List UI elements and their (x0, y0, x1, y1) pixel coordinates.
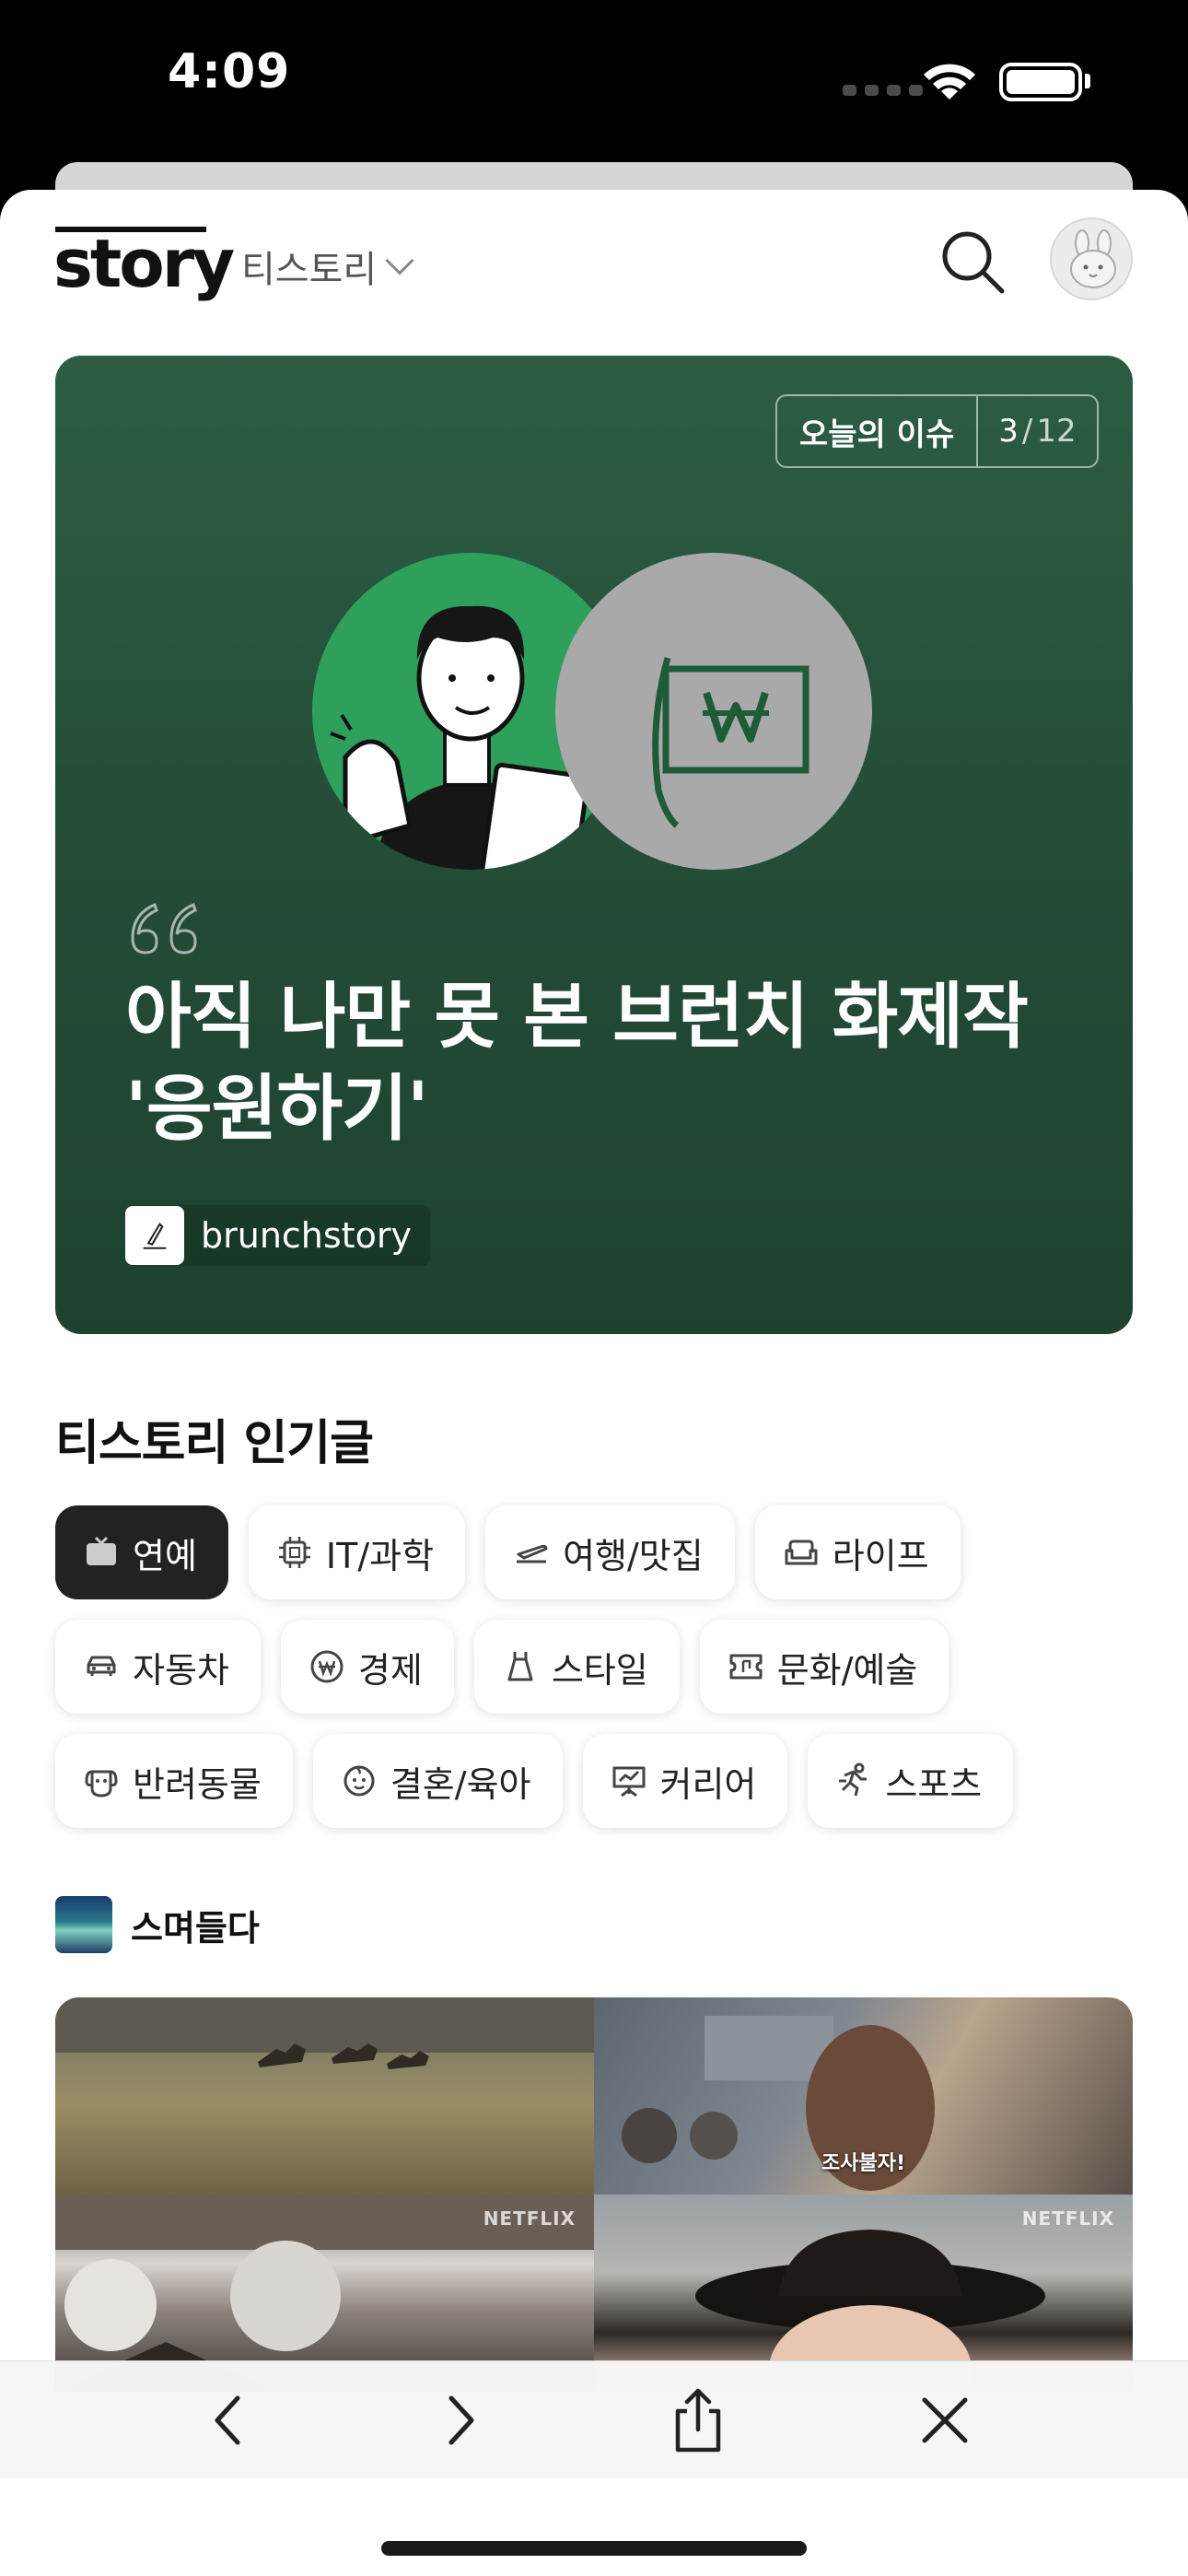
source-badge[interactable]: brunchstory (125, 1205, 430, 1266)
issue-tag-label: 오늘의 이슈 (777, 396, 979, 466)
avatar[interactable] (1050, 217, 1133, 300)
service-selector[interactable]: 티스토리 (241, 240, 414, 293)
todays-issue-card[interactable]: 오늘의 이슈 3 / 12 아직 나만 못 본 브런치 화제작 '응원하기' b… (55, 356, 1133, 1334)
issue-tag: 오늘의 이슈 3 / 12 (775, 394, 1099, 468)
source-name: brunchstory (201, 1215, 412, 1256)
category-chip-culture[interactable]: 문화/예술 (699, 1620, 949, 1714)
safe-area (0, 2478, 1188, 2576)
share-button[interactable] (659, 2382, 737, 2459)
browser-toolbar (0, 2360, 1188, 2478)
chevron-right-icon (448, 2395, 474, 2445)
category-label: 여행/맛집 (563, 1535, 704, 1576)
close-button[interactable] (906, 2382, 984, 2459)
category-label: 스타일 (551, 1649, 648, 1691)
category-label: 경제 (357, 1649, 423, 1691)
hero-illustration (312, 553, 872, 870)
presentation-icon (612, 1766, 645, 1797)
netflix-watermark: NETFLIX (483, 2207, 576, 2230)
cellular-signal-icon (843, 85, 923, 96)
category-label: 문화/예술 (776, 1649, 918, 1691)
category-label: 결혼/육아 (390, 1763, 531, 1805)
issue-counter-current: 3 (998, 413, 1019, 450)
story-logo[interactable]: story (53, 225, 235, 302)
dress-icon (507, 1652, 533, 1681)
blog-avatar (55, 1896, 112, 1953)
category-label: 반려동물 (133, 1763, 262, 1805)
category-chip-pets[interactable]: 반려동물 (55, 1734, 293, 1828)
category-chip-marriage-parenting[interactable]: 결혼/육아 (312, 1734, 563, 1828)
chevron-down-icon (385, 246, 414, 275)
brunch-logo-icon (125, 1206, 184, 1265)
category-label: 스포츠 (885, 1763, 983, 1805)
baby-icon (344, 1765, 375, 1797)
battery-icon (999, 63, 1082, 101)
status-time: 4:09 (168, 44, 291, 100)
category-chip-it-science[interactable]: IT/과학 (248, 1505, 466, 1599)
quote-icon (131, 902, 197, 954)
plane-icon (517, 1544, 548, 1563)
category-chip-economy[interactable]: 경제 (280, 1620, 454, 1714)
ticket-icon (729, 1654, 763, 1680)
thumbnail-image (55, 1997, 594, 2195)
issue-counter-total: 12 (1036, 413, 1077, 450)
service-name: 티스토리 (241, 249, 378, 291)
category-chips: 연예 IT/과학 여행/맛집 라이프 자동차 경제 스타일 문화/예술 반려동물… (55, 1505, 1133, 1848)
category-label: 연예 (133, 1535, 197, 1576)
blog-name: 스며들다 (131, 1907, 260, 1949)
tv-icon (87, 1536, 116, 1565)
thumbnail-caption: 조사불자! (821, 2152, 905, 2175)
chip-icon (278, 1537, 310, 1568)
forward-button[interactable] (422, 2382, 499, 2459)
issue-counter-separator: / (1021, 413, 1033, 450)
horse-riders-image (55, 1997, 594, 2069)
popular-posts-title: 티스토리 인기글 (55, 1416, 374, 1471)
sofa-icon (785, 1540, 818, 1565)
post-blog[interactable]: 스며들다 (55, 1896, 260, 1953)
back-button[interactable] (190, 2382, 267, 2459)
won-icon (310, 1650, 344, 1683)
dog-icon (85, 1770, 118, 1797)
story-sheet: story 티스토리 오늘의 이슈 3 / 12 아직 나만 못 본 브런치 화… (0, 190, 1188, 2576)
netflix-watermark: NETFLIX (1021, 2207, 1114, 2230)
runner-icon (839, 1762, 868, 1797)
category-chip-entertainment[interactable]: 연예 (55, 1505, 228, 1599)
category-chip-career[interactable]: 커리어 (582, 1734, 788, 1828)
category-label: 라이프 (832, 1535, 929, 1576)
won-document-icon (555, 553, 872, 870)
category-label: 자동차 (133, 1649, 229, 1691)
category-label: 커리어 (659, 1763, 757, 1805)
car-icon (87, 1656, 116, 1676)
status-bar: 4:09 (0, 0, 1188, 161)
category-chip-travel[interactable]: 여행/맛집 (485, 1505, 735, 1599)
category-chip-car[interactable]: 자동차 (55, 1620, 261, 1714)
category-chip-life[interactable]: 라이프 (754, 1505, 961, 1599)
issue-counter: 3 / 12 (978, 413, 1096, 450)
thumbnail-image: 조사불자! (594, 1997, 1133, 2195)
category-chip-sports[interactable]: 스포츠 (808, 1734, 1014, 1828)
category-chip-style[interactable]: 스타일 (473, 1620, 680, 1714)
chevron-left-icon (215, 2395, 240, 2445)
share-icon (675, 2388, 721, 2453)
category-label: IT/과학 (325, 1535, 435, 1576)
rabbit-avatar-icon (1070, 229, 1116, 288)
issue-title[interactable]: 아직 나만 못 본 브런치 화제작 '응원하기' (125, 971, 1055, 1155)
search-icon[interactable] (938, 227, 1007, 297)
wifi-icon (924, 64, 975, 100)
home-indicator (381, 2541, 807, 2556)
close-icon (922, 2397, 968, 2443)
